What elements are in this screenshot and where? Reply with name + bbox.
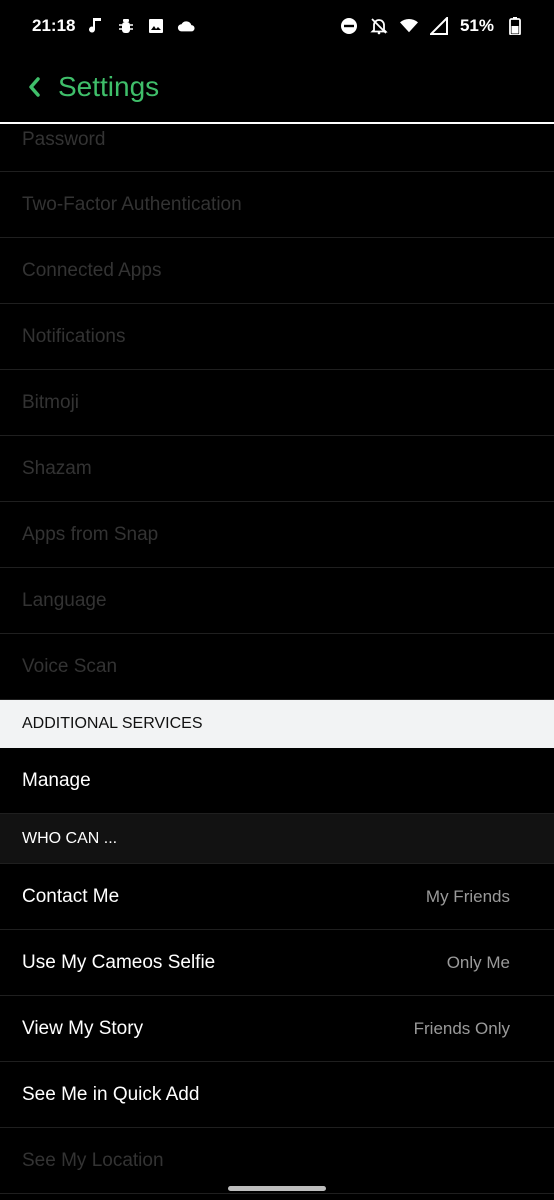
setting-label: Voice Scan [22,655,118,677]
setting-row-notifications[interactable]: Notifications [0,304,554,370]
setting-label: View My Story [22,1017,144,1039]
setting-label: Notifications [22,325,126,347]
setting-label: See Me in Quick Add [22,1083,200,1105]
setting-row-cameos-selfie[interactable]: Use My Cameos Selfie Only Me [0,930,554,996]
section-header-additional-services: ADDITIONAL SERVICES [0,700,554,748]
status-bar: 21:18 51% [0,0,554,52]
bug-icon [117,17,135,35]
wifi-icon [399,17,418,35]
setting-row-contact-me[interactable]: Contact Me My Friends [0,864,554,930]
setting-label: Shazam [22,457,92,479]
setting-label: Contact Me [22,885,120,907]
bell-off-icon [370,17,388,35]
setting-value: Only Me [446,952,510,972]
setting-row-language[interactable]: Language [0,568,554,634]
setting-row-quick-add[interactable]: See Me in Quick Add [0,1062,554,1128]
setting-row-apps-from-snap[interactable]: Apps from Snap [0,502,554,568]
setting-label: Bitmoji [22,391,80,413]
setting-row-see-my-location[interactable]: See My Location [0,1128,554,1194]
section-header-who-can: WHO CAN ... [0,814,554,864]
setting-label: Language [22,589,107,611]
signal-icon [429,17,448,35]
music-note-icon [87,17,105,35]
battery-percent: 51% [459,16,494,35]
image-icon [147,17,165,35]
status-bar-left: 21:18 [32,16,196,36]
setting-row-password[interactable]: Password [0,124,554,172]
setting-row-manage[interactable]: Manage [0,748,554,814]
setting-label: Manage [22,769,91,791]
setting-row-voice-scan[interactable]: Voice Scan [0,634,554,700]
app-header: Settings [0,52,554,124]
setting-row-connected-apps[interactable]: Connected Apps [0,238,554,304]
setting-row-view-my-story[interactable]: View My Story Friends Only [0,996,554,1062]
status-bar-right: 51% [340,16,524,36]
setting-label: Two-Factor Authentication [22,193,242,215]
home-indicator[interactable] [228,1186,326,1191]
setting-row-two-factor[interactable]: Two-Factor Authentication [0,172,554,238]
setting-row-shazam[interactable]: Shazam [0,436,554,502]
setting-label: Password [22,129,106,150]
setting-value: My Friends [425,886,510,906]
setting-label: Use My Cameos Selfie [22,951,216,973]
battery-icon [506,17,524,35]
setting-label: See My Location [22,1149,164,1171]
cloud-icon [177,17,196,35]
setting-label: Apps from Snap [22,523,159,545]
setting-value: Friends Only [413,1018,510,1038]
page-title: Settings [58,71,160,102]
setting-row-bitmoji[interactable]: Bitmoji [0,370,554,436]
settings-list: Password Two-Factor Authentication Conne… [0,124,554,1194]
setting-label: Connected Apps [22,259,162,281]
chevron-left-icon [29,77,40,97]
do-not-disturb-icon [340,17,358,35]
back-button[interactable] [14,67,54,107]
status-time: 21:18 [32,16,76,35]
